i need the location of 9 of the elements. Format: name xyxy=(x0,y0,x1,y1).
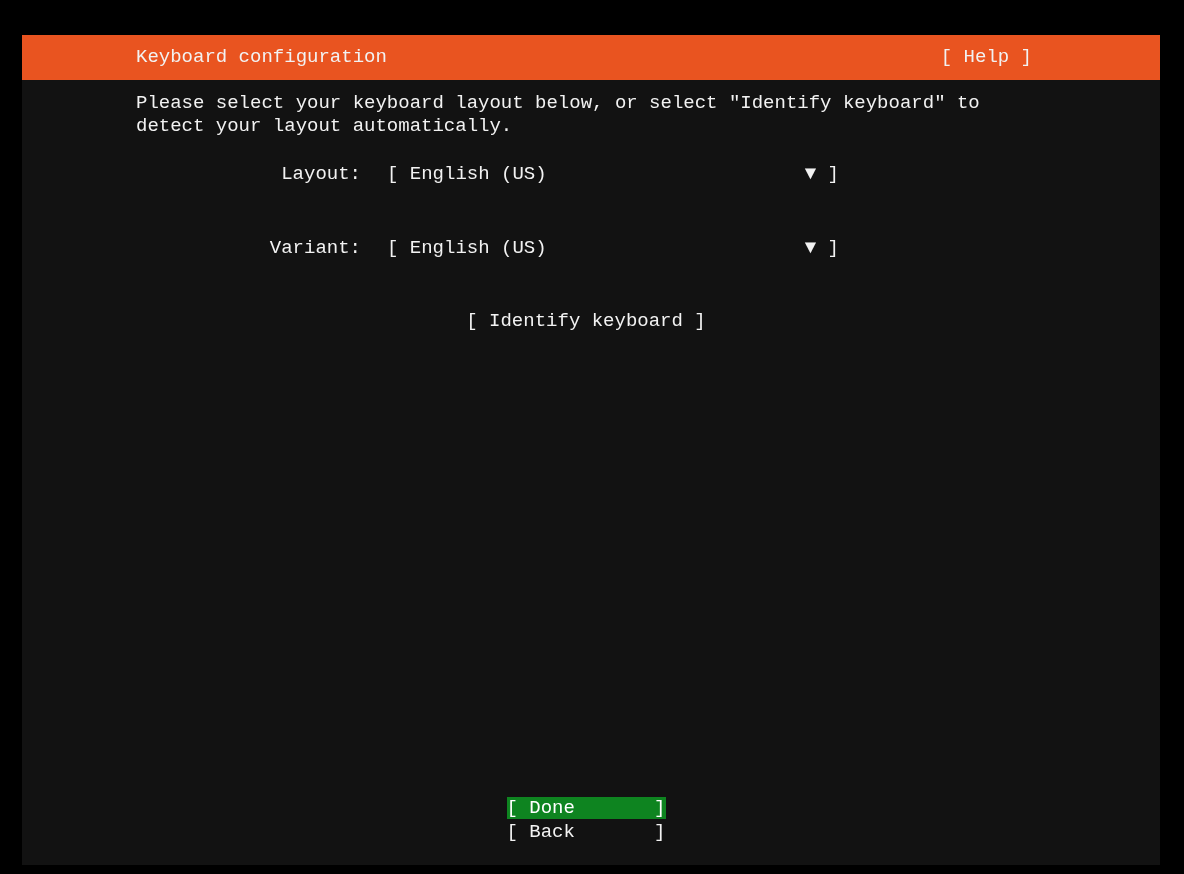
instructions-text: Please select your keyboard layout below, or select "Identify keyboard" to detect your layout automatically. xyxy=(135,91,981,138)
identify-keyboard-button[interactable]: [ Identify keyboard ] xyxy=(466,307,706,336)
field-label: Layout: xyxy=(280,162,362,187)
dropdown[interactable]: [ English (US) ▼ ] xyxy=(387,160,839,189)
nav-button[interactable]: [ Done ] xyxy=(506,797,666,819)
field-label: Variant: xyxy=(268,235,362,261)
nav-button[interactable]: [ Back ] xyxy=(506,821,666,843)
screen-title: Keyboard configuration xyxy=(136,45,387,71)
dropdown[interactable]: [ English (US) ▼ ] xyxy=(387,233,839,262)
